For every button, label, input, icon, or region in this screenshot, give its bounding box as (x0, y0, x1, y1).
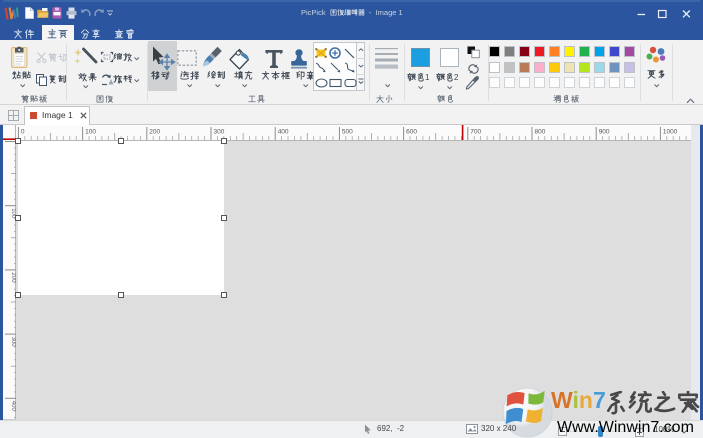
svg-text:700: 700 (470, 129, 481, 136)
svg-text:200: 200 (149, 129, 160, 136)
svg-text:800: 800 (535, 129, 546, 136)
svg-text:200: 200 (10, 272, 16, 283)
svg-text:100: 100 (85, 129, 96, 136)
svg-text:500: 500 (342, 129, 353, 136)
svg-text:600: 600 (406, 129, 417, 136)
svg-text:400: 400 (10, 401, 16, 412)
svg-text:0: 0 (21, 129, 25, 136)
svg-text:1000: 1000 (663, 129, 678, 136)
svg-text:900: 900 (599, 129, 610, 136)
svg-text:300: 300 (10, 337, 16, 348)
svg-text:300: 300 (214, 129, 225, 136)
svg-text:400: 400 (278, 129, 289, 136)
